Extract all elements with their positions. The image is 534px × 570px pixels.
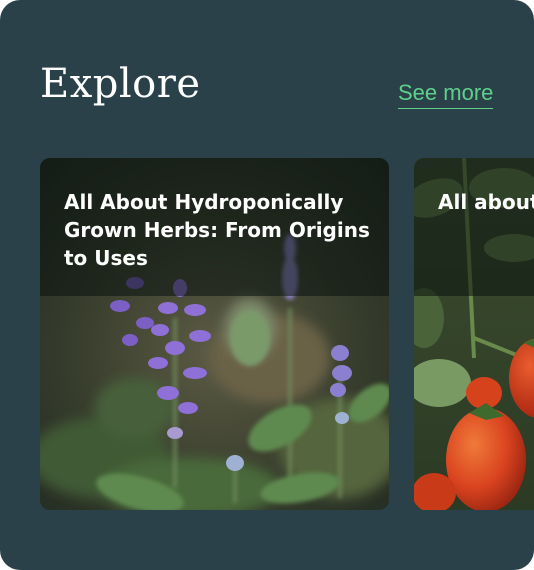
see-more-link[interactable]: See more [398,80,494,109]
explore-section: Explore See more All About Hydroponicall… [0,0,534,570]
card-title-overlay [414,158,534,296]
card-title: All About Hydroponically Grown Herbs: Fr… [64,190,370,270]
card-title: All about Touchstone [438,190,534,214]
section-title: Explore [40,61,201,107]
article-card-herbs[interactable]: All About Hydroponically Grown Herbs: Fr… [40,158,389,510]
article-card-touchstone[interactable]: All about Touchstone [414,158,534,510]
